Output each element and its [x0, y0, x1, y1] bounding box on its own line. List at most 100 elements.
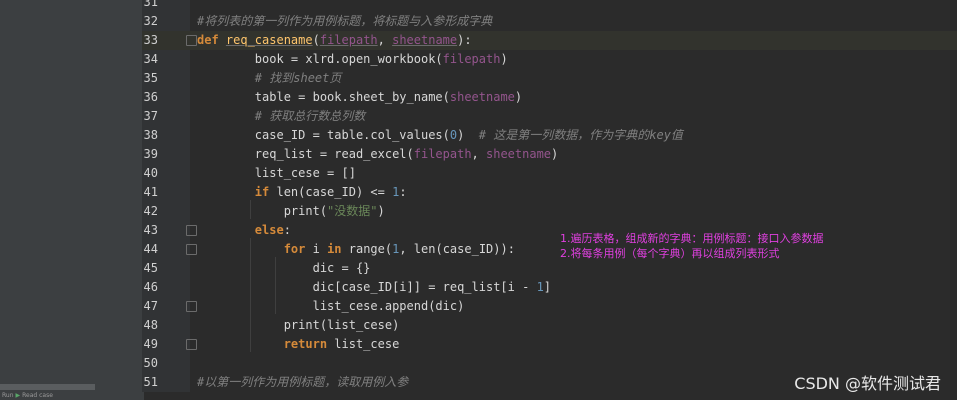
line-number: 34	[143, 52, 158, 66]
code-text: for i in range(1, len(case_ID)):	[197, 240, 515, 259]
line-number: 37	[143, 109, 158, 123]
run-icon[interactable]: ▶	[16, 392, 21, 399]
code-line[interactable]: 38 case_ID = table.col_values(0) # 这是第一列…	[142, 126, 957, 145]
line-number: 42	[143, 204, 158, 218]
code-token: sheetname	[392, 33, 458, 47]
code-text: book = xlrd.open_workbook(filepath)	[197, 50, 508, 69]
code-text: dic = {}	[197, 259, 371, 278]
code-line[interactable]: 43 else:	[142, 221, 957, 240]
line-number: 35	[143, 71, 158, 85]
code-line[interactable]: 46 dic[case_ID[i]] = req_list[i - 1]	[142, 278, 957, 297]
line-number: 40	[143, 166, 158, 180]
code-token: sheetname	[449, 90, 515, 104]
code-text: if len(case_ID) <= 1:	[197, 183, 407, 202]
code-token: range(	[348, 242, 393, 256]
code-text: return list_cese	[197, 335, 400, 354]
code-line[interactable]: 45 dic = {}	[142, 259, 957, 278]
code-text: def req_casename(filepath, sheetname):	[197, 31, 472, 50]
code-text: # 获取总行数总列数	[197, 107, 365, 126]
code-text: else:	[197, 221, 291, 240]
code-token: case_ID = table.col_values(	[197, 128, 450, 142]
code-line[interactable]: 47 list_cese.append(dic)	[142, 297, 957, 316]
code-line[interactable]: 48 print(list_cese)	[142, 316, 957, 335]
line-number: 43	[143, 223, 158, 237]
code-text: print(list_cese)	[197, 316, 400, 335]
code-token: 1	[536, 280, 544, 294]
line-number: 46	[143, 280, 158, 294]
code-text: table = book.sheet_by_name(sheetname)	[197, 88, 522, 107]
code-token: )	[551, 147, 559, 161]
code-token: else	[254, 223, 284, 237]
code-line[interactable]: 40 list_cese = []	[142, 164, 957, 183]
code-token: )	[514, 90, 523, 104]
code-token: filepath	[413, 147, 472, 161]
code-token: ):	[457, 33, 472, 47]
watermark: CSDN @软件测试君	[794, 374, 941, 393]
code-token: "没数据"	[327, 204, 378, 218]
code-text: req_list = read_excel(filepath, sheetnam…	[197, 145, 558, 164]
line-number: 47	[143, 299, 158, 313]
fold-marker-else-icon[interactable]	[186, 225, 197, 236]
code-text: case_ID = table.col_values(0) # 这是第一列数据，…	[197, 126, 683, 145]
code-token: ]	[543, 280, 552, 294]
line-number: 48	[143, 318, 158, 332]
code-line[interactable]: 36 table = book.sheet_by_name(sheetname)	[142, 88, 957, 107]
code-token: # 这是第一列数据，作为字典的key值	[478, 128, 683, 142]
code-token: i	[312, 242, 328, 256]
line-number: 41	[143, 185, 158, 199]
fold-marker-def-end-icon[interactable]	[186, 339, 197, 350]
code-line[interactable]: 37 # 获取总行数总列数	[142, 107, 957, 126]
status-bar: Run ▶ Read case	[0, 392, 144, 400]
code-token: in	[327, 242, 349, 256]
code-line[interactable]: 35 # 找到sheet页	[142, 69, 957, 88]
code-line[interactable]: 41 if len(case_ID) <= 1:	[142, 183, 957, 202]
code-line[interactable]: 31	[142, 0, 957, 12]
code-token: )	[457, 128, 479, 142]
code-token: list_cese = []	[197, 166, 356, 180]
code-token: :	[283, 223, 291, 237]
code-token: req_casename	[225, 33, 313, 47]
panel-scrollbar[interactable]	[0, 384, 95, 390]
code-token: def	[197, 33, 226, 47]
line-number: 32	[143, 14, 158, 28]
code-token: print(list_cese)	[197, 318, 400, 332]
code-text: #以第一列作为用例标题，读取用例入参	[197, 373, 408, 392]
annotation-line-2: 2.将每条用例（每个字典）再以组成列表形式	[560, 247, 780, 260]
fold-marker-for-end-icon[interactable]	[186, 301, 197, 312]
line-number: 36	[143, 90, 158, 104]
line-number: 50	[143, 356, 158, 370]
code-line[interactable]: 39 req_list = read_excel(filepath, sheet…	[142, 145, 957, 164]
code-token: dic = {}	[197, 261, 371, 275]
code-token: dic[case_ID[i]] = req_list[i -	[197, 280, 537, 294]
line-number: 38	[143, 128, 158, 142]
code-token: if	[254, 185, 277, 199]
indent-guide	[275, 257, 276, 314]
fold-marker-def-icon[interactable]	[186, 35, 197, 46]
line-number: 39	[143, 147, 158, 161]
code-text: # 找到sheet页	[197, 69, 342, 88]
indent-guide	[250, 200, 251, 219]
line-number: 49	[143, 337, 158, 351]
code-line[interactable]: 32 #将列表的第一列作为用例标题，将标题与入参形成字典	[142, 12, 957, 31]
code-token: table = book.sheet_by_name(	[197, 90, 450, 104]
code-token: list_cese	[334, 337, 400, 351]
project-panel	[0, 0, 142, 400]
line-number: 31	[143, 0, 158, 9]
code-token: filepath	[319, 33, 378, 47]
code-token: #将列表的第一列作为用例标题，将标题与入参形成字典	[197, 14, 493, 28]
code-line[interactable]: 34 book = xlrd.open_workbook(filepath)	[142, 50, 957, 69]
line-number: 45	[143, 261, 158, 275]
code-line[interactable]: 33 def req_casename(filepath, sheetname):	[142, 31, 957, 50]
code-token: print(	[197, 204, 328, 218]
code-token: (	[312, 33, 320, 47]
code-line[interactable]: 42 print("没数据")	[142, 202, 957, 221]
indent-guide	[250, 238, 251, 352]
code-token: req_list = read_excel(	[197, 147, 414, 161]
fold-marker-for-icon[interactable]	[186, 244, 197, 255]
code-line[interactable]: 44 for i in range(1, len(case_ID)):	[142, 240, 957, 259]
code-token: filepath	[442, 52, 501, 66]
code-line[interactable]: 49 return list_cese	[142, 335, 957, 354]
